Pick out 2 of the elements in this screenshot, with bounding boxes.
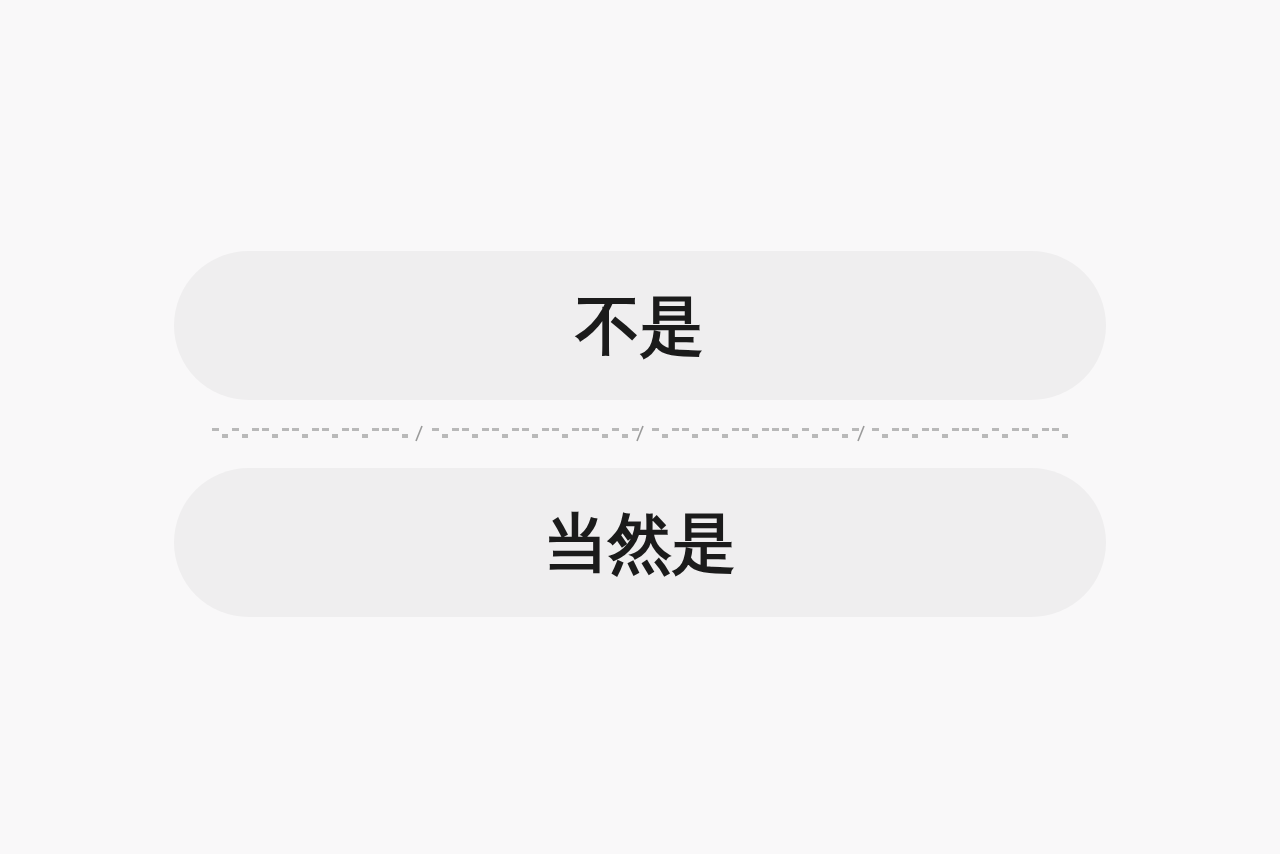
answer-option-button[interactable]: 不是 (174, 251, 1106, 400)
answer-option-button[interactable]: 当然是 (174, 468, 1106, 617)
